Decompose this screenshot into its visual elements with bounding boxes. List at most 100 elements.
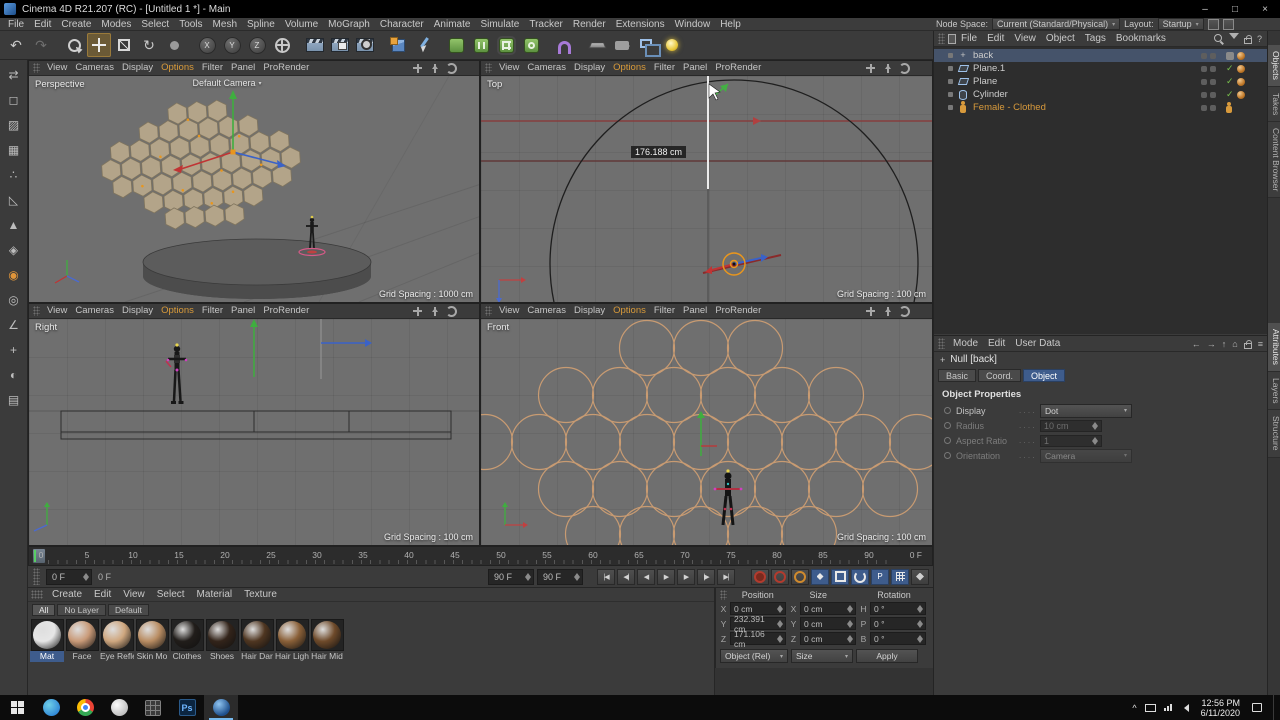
- go-to-end-button[interactable]: ▶|: [717, 568, 735, 585]
- set-keyframe-button[interactable]: [771, 568, 789, 585]
- generic-tag-icon[interactable]: [1226, 51, 1234, 60]
- attr-tab-basic[interactable]: Basic: [938, 369, 977, 382]
- scale-button[interactable]: [112, 33, 136, 57]
- spinner[interactable]: [847, 602, 853, 616]
- menu-character[interactable]: Character: [375, 18, 429, 31]
- axis-y-button[interactable]: Y: [220, 33, 244, 57]
- menu-file[interactable]: File: [3, 18, 29, 31]
- menu-create[interactable]: Create: [56, 18, 96, 31]
- volume-tray-icon[interactable]: [1180, 703, 1189, 712]
- previous-key-button[interactable]: ◀|: [617, 568, 635, 585]
- render-visibility-dot[interactable]: [1210, 91, 1216, 98]
- material-menu-select[interactable]: Select: [151, 589, 191, 600]
- orbit-icon[interactable]: [446, 62, 457, 74]
- spinner[interactable]: [1092, 434, 1098, 448]
- keyframe-dot-icon[interactable]: [944, 407, 951, 414]
- material-menu-create[interactable]: Create: [46, 589, 88, 600]
- side-tab-objects[interactable]: Objects: [1268, 45, 1280, 87]
- viewport-menu-filter[interactable]: Filter: [198, 61, 227, 75]
- object-mode-dropdown[interactable]: Object (Rel) ▾: [720, 649, 788, 663]
- visibility-toggles[interactable]: [1201, 52, 1216, 59]
- visibility-toggles[interactable]: [1201, 104, 1216, 111]
- lock-icon[interactable]: [1243, 339, 1252, 349]
- panel-grip[interactable]: [485, 306, 492, 316]
- current-frame-field[interactable]: 0 F: [46, 568, 92, 585]
- editor-visibility-dot[interactable]: [1201, 52, 1207, 59]
- render-visibility-dot[interactable]: [1210, 52, 1216, 59]
- maximize-icon[interactable]: [463, 306, 474, 317]
- next-key-button[interactable]: |▶: [697, 568, 715, 585]
- spinner[interactable]: [525, 570, 531, 584]
- texture-ball-tag-icon[interactable]: [1237, 51, 1245, 60]
- texture-ball-tag-icon[interactable]: [1236, 77, 1245, 86]
- bend-deformer-button[interactable]: [552, 33, 576, 57]
- viewport-right[interactable]: View Cameras Display Options Filter Panel ProR…: [28, 303, 480, 546]
- viewport-menu-display[interactable]: Display: [570, 61, 609, 75]
- menu-render[interactable]: Render: [568, 18, 611, 31]
- panel-grip[interactable]: [938, 33, 945, 44]
- attr-dropdown-display[interactable]: Dot ▾: [1040, 403, 1132, 418]
- filter-tab-default[interactable]: Default: [107, 603, 149, 616]
- display-tray-icon[interactable]: [1144, 703, 1156, 712]
- panel-grip[interactable]: [33, 306, 40, 316]
- viewport-menu-cameras[interactable]: Cameras: [71, 304, 118, 318]
- layout-dropdown[interactable]: Startup ▾: [1157, 18, 1204, 30]
- modeling-axis-button[interactable]: +: [4, 340, 24, 360]
- timeline-tick[interactable]: 25: [259, 550, 283, 560]
- viewport-canvas-perspective[interactable]: Perspective Default Camera ▾ Grid Spacing…: [29, 76, 479, 302]
- model-mode-button[interactable]: ◻: [4, 90, 24, 110]
- material-menu-view[interactable]: View: [117, 589, 151, 600]
- coordinate-field[interactable]: 0 cm: [800, 602, 856, 615]
- record-position-button[interactable]: [811, 568, 829, 585]
- coordinate-field[interactable]: 0 cm: [800, 617, 856, 630]
- attr-field-aspect-ratio[interactable]: 1: [1040, 434, 1102, 448]
- coordinate-field[interactable]: 0 °: [870, 632, 926, 645]
- viewport-menu-prorender[interactable]: ProRender: [711, 304, 765, 318]
- object-row[interactable]: Plane ✓: [934, 75, 1268, 88]
- panel-grip[interactable]: [938, 338, 945, 349]
- object-row[interactable]: Cylinder ✓: [934, 88, 1268, 101]
- coordinate-field[interactable]: 0 °: [870, 617, 926, 630]
- menu-tracker[interactable]: Tracker: [524, 18, 568, 31]
- spinner[interactable]: [847, 632, 853, 646]
- coordinate-system-button[interactable]: [270, 33, 294, 57]
- spinner[interactable]: [917, 602, 923, 616]
- node-space-dropdown[interactable]: Current (Standard/Physical) ▾: [992, 18, 1121, 30]
- taskbar-clock[interactable]: 12:56 PM 6/11/2020: [1197, 698, 1244, 718]
- side-tab-takes[interactable]: Takes: [1268, 86, 1280, 123]
- render-visibility-dot[interactable]: [1210, 65, 1216, 72]
- spinner[interactable]: [83, 570, 89, 584]
- editor-visibility-dot[interactable]: [1201, 104, 1207, 111]
- solo-mode-button[interactable]: ◐: [4, 365, 24, 385]
- material-menu-material[interactable]: Material: [191, 589, 239, 600]
- home-icon[interactable]: ⌂: [1232, 339, 1237, 349]
- autokeying-button[interactable]: [791, 568, 809, 585]
- parent-up-icon[interactable]: ↑: [1222, 339, 1227, 349]
- viewport-menu-options[interactable]: Options: [157, 304, 198, 318]
- redo-button[interactable]: ↷: [29, 33, 53, 57]
- menu-animate[interactable]: Animate: [429, 18, 476, 31]
- render-settings-button[interactable]: [353, 33, 377, 57]
- viewport-canvas-right[interactable]: Right Grid Spacing : 100 cm: [29, 319, 479, 545]
- material-item[interactable]: Mat: [30, 619, 64, 662]
- viewport-menu-panel[interactable]: Panel: [227, 61, 259, 75]
- side-tab-content-browser[interactable]: Content Browser: [1268, 122, 1280, 199]
- viewport-menu-cameras[interactable]: Cameras: [523, 61, 570, 75]
- viewport-canvas-front[interactable]: Front Grid Spacing : 100 cm: [481, 319, 932, 545]
- spline-pen-button[interactable]: [411, 33, 435, 57]
- record-scale-button[interactable]: [831, 568, 849, 585]
- viewport-menu-display[interactable]: Display: [118, 304, 157, 318]
- om-menu-file[interactable]: File: [956, 33, 982, 44]
- material-item[interactable]: Shoes: [205, 619, 239, 662]
- viewport-menu-view[interactable]: View: [495, 304, 523, 318]
- keyframe-dot-icon[interactable]: [944, 452, 951, 459]
- menu-mesh[interactable]: Mesh: [208, 18, 242, 31]
- coordinate-field[interactable]: 0 °: [870, 602, 926, 615]
- side-tab-layers[interactable]: Layers: [1268, 371, 1280, 411]
- make-editable-button[interactable]: ⇄: [4, 65, 24, 85]
- texture-ball-tag-icon[interactable]: [1236, 64, 1245, 73]
- viewport-menu-filter[interactable]: Filter: [650, 61, 679, 75]
- coordinate-field[interactable]: 0 cm: [800, 632, 856, 645]
- om-menu-object[interactable]: Object: [1041, 33, 1080, 44]
- size-mode-dropdown[interactable]: Size ▾: [791, 649, 853, 663]
